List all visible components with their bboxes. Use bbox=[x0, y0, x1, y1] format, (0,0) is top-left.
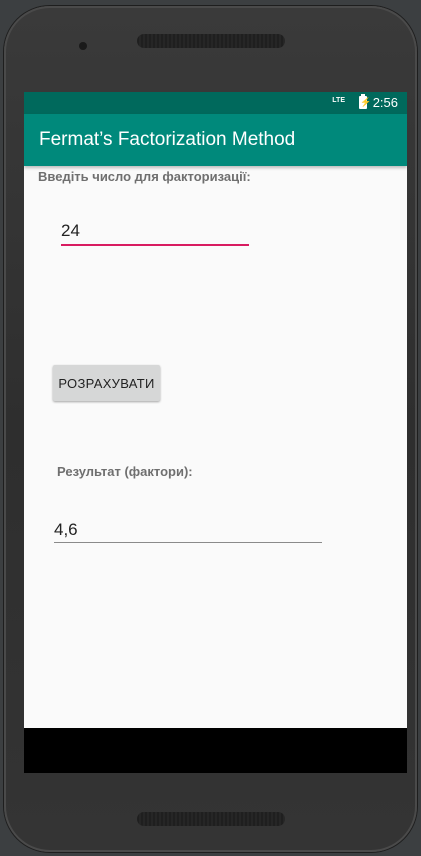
number-input[interactable] bbox=[61, 218, 249, 246]
top-speaker bbox=[137, 34, 285, 48]
lte-icon: LTE bbox=[332, 97, 345, 104]
battery-charging-icon: ⚡ bbox=[359, 94, 372, 109]
phone-frame: LTE ⚡ 2:56 Fermat’s Factorization Method… bbox=[4, 6, 417, 852]
result-field[interactable] bbox=[54, 518, 322, 543]
navigation-bar bbox=[24, 728, 407, 773]
app-bar: Fermat’s Factorization Method bbox=[24, 114, 407, 166]
front-camera bbox=[79, 42, 87, 50]
bottom-speaker bbox=[137, 812, 285, 826]
status-bar: LTE ⚡ 2:56 bbox=[24, 92, 407, 114]
result-label: Результат (фактори): bbox=[57, 464, 193, 479]
device-screen: LTE ⚡ 2:56 Fermat’s Factorization Method… bbox=[24, 92, 407, 773]
calculate-button[interactable]: РОЗРАХУВАТИ bbox=[53, 365, 160, 401]
status-time: 2:56 bbox=[372, 95, 398, 110]
number-input-label: Введіть число для факторизації: bbox=[38, 169, 251, 184]
app-title: Fermat’s Factorization Method bbox=[39, 129, 296, 150]
